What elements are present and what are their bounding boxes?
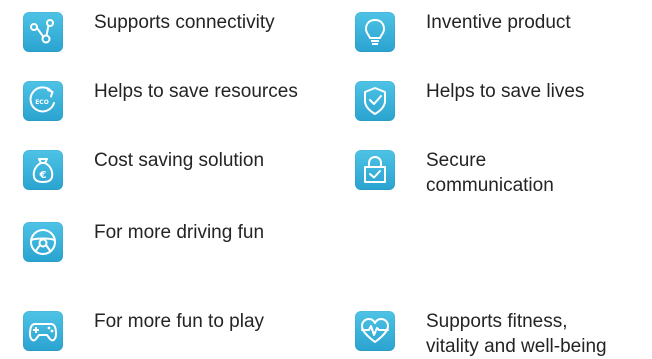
feature-label: Helps to save resources: [94, 81, 298, 102]
feature-label: Inventive product: [426, 12, 571, 33]
feature-label: Secure communication: [426, 148, 554, 198]
label-line-2: vitality and well-being: [426, 336, 607, 357]
label-line-1: Secure: [426, 150, 487, 171]
feature-label: Helps to save lives: [426, 81, 585, 102]
svg-text:ECO: ECO: [35, 99, 49, 106]
feature-label: Supports fitness, vitality and well-bein…: [426, 309, 607, 359]
lock-icon: [355, 150, 395, 190]
feature-label: Cost saving solution: [94, 150, 265, 171]
gamepad-icon: [23, 311, 63, 351]
connectivity-icon: [23, 12, 63, 52]
svg-text:€: €: [39, 170, 47, 181]
label-line-1: Supports fitness,: [426, 311, 568, 332]
eco-icon: ECO: [23, 81, 63, 121]
heart-pulse-icon: [355, 311, 395, 351]
steering-wheel-icon: [23, 222, 63, 262]
shield-check-icon: [355, 81, 395, 121]
lightbulb-icon: [355, 12, 395, 52]
label-line-2: communication: [426, 175, 554, 196]
money-bag-icon: €: [23, 150, 63, 190]
feature-label: For more driving fun: [94, 222, 265, 243]
feature-label: For more fun to play: [94, 311, 265, 332]
feature-label: Supports connectivity: [94, 12, 275, 33]
